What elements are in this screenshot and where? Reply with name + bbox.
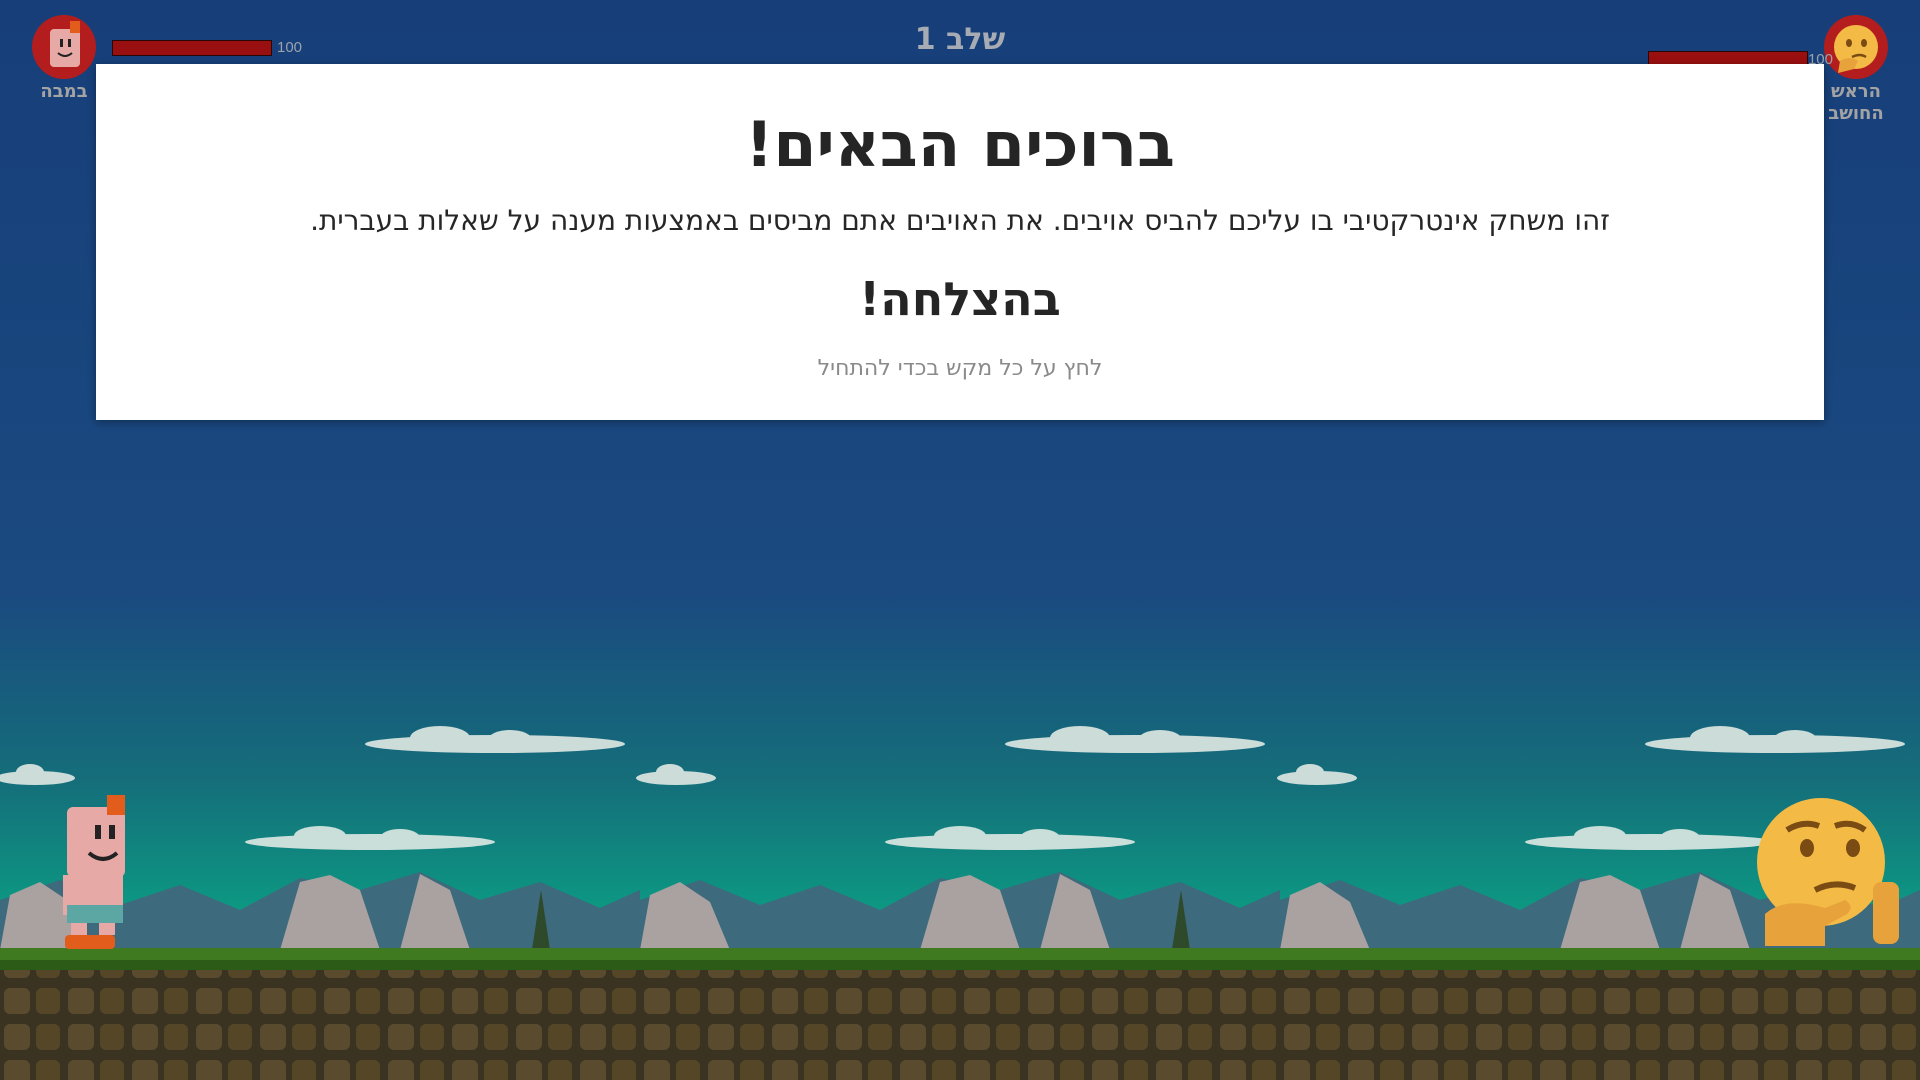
player-name: במבה — [40, 81, 88, 102]
enemy-name-line1: הראש — [1831, 81, 1881, 102]
welcome-modal[interactable]: ברוכים הבאים! זהו משחק אינטרקטיבי בו עלי… — [96, 64, 1824, 420]
enemy-name-line2: החושב — [1828, 102, 1884, 124]
ground-layer — [0, 948, 1920, 1080]
good-luck-text: בהצלחה! — [859, 272, 1061, 326]
enemy-avatar — [1824, 15, 1888, 79]
thinking-face-icon — [1834, 25, 1878, 73]
welcome-description: זהו משחק אינטרקטיבי בו עליכם להביס אויבי… — [310, 204, 1610, 237]
enemy-name: הראש החושב — [1816, 81, 1896, 124]
clouds-layer — [0, 726, 1905, 850]
player-character-sprite — [63, 795, 125, 949]
mountains-layer — [0, 872, 1920, 950]
start-hint: לחץ על כל מקש בכדי להתחיל — [817, 356, 1103, 381]
welcome-title: ברוכים הבאים! — [745, 108, 1175, 181]
enemy-thinking-face-sprite — [1757, 798, 1899, 946]
